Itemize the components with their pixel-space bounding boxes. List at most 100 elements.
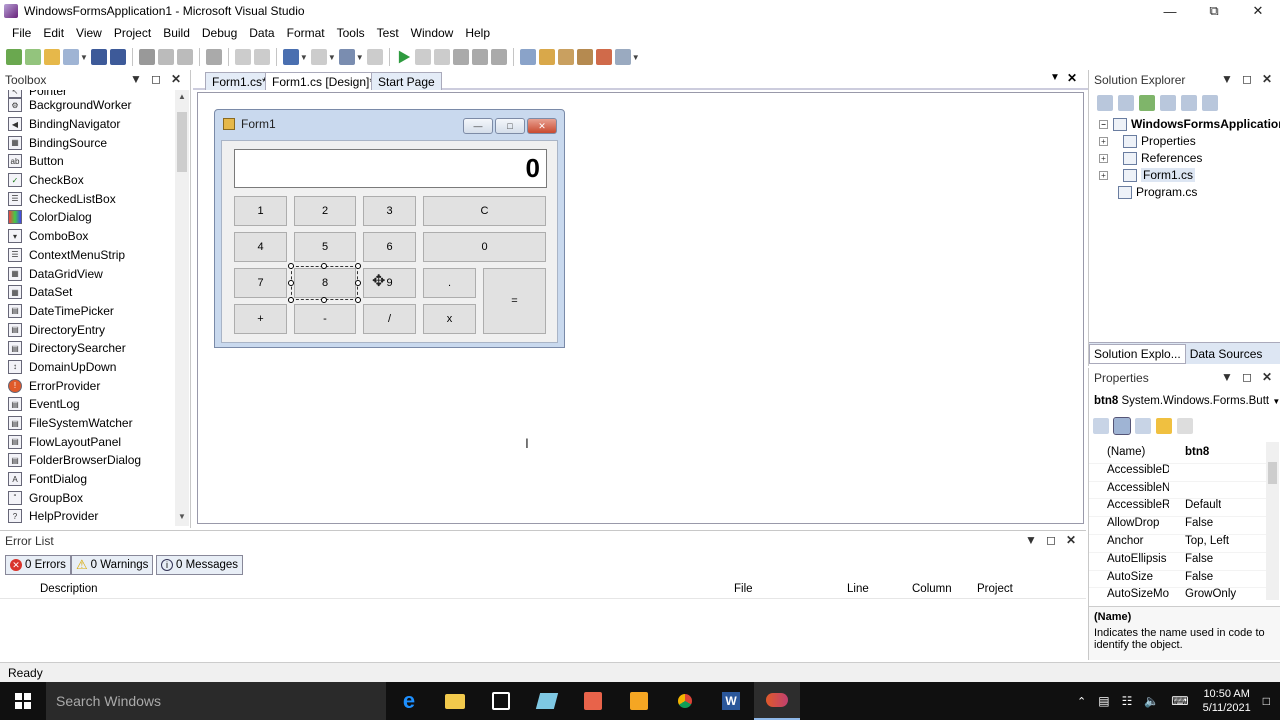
chevron-down-icon[interactable]: ▼: [1025, 533, 1037, 547]
calc-button-1[interactable]: 1: [234, 196, 287, 226]
tab-start-page[interactable]: Start Page: [371, 72, 442, 90]
calc-button-6[interactable]: 6: [363, 232, 416, 262]
resize-handle[interactable]: [321, 263, 327, 269]
property-pages-icon[interactable]: [1177, 418, 1193, 434]
tab-form1-cs[interactable]: Form1.cs*: [205, 72, 274, 90]
property-row[interactable]: AutoEllipsis False: [1089, 553, 1267, 571]
taskbar-chrome-button[interactable]: [662, 682, 708, 720]
close-icon[interactable]: ✕: [1066, 533, 1076, 547]
property-row[interactable]: (Name) btn8: [1089, 446, 1267, 464]
property-row[interactable]: AutoSizeModeGrowOnly: [1089, 588, 1267, 602]
scroll-thumb[interactable]: [177, 112, 187, 172]
other-windows-icon[interactable]: [614, 49, 631, 65]
restore-button[interactable]: ⧉: [1192, 0, 1236, 22]
toolbox-item-helpprovider[interactable]: ? HelpProvider: [0, 507, 175, 526]
property-row[interactable]: AccessibleDesc: [1089, 464, 1267, 482]
wifi-icon[interactable]: ☷: [1122, 694, 1133, 708]
collapse-icon[interactable]: −: [1099, 119, 1108, 129]
open-folder-icon[interactable]: [44, 49, 60, 65]
column-column[interactable]: Column: [912, 583, 952, 595]
expand-icon[interactable]: +: [1099, 153, 1108, 163]
tab-form1-design[interactable]: Form1.cs [Design]*: [265, 72, 382, 90]
properties-view-icon[interactable]: [1135, 418, 1151, 434]
scroll-thumb[interactable]: [1268, 462, 1277, 484]
column-file[interactable]: File: [734, 583, 753, 595]
pin-icon[interactable]: ◻: [1046, 533, 1056, 547]
menu-tools[interactable]: Tools: [331, 22, 371, 44]
start-debugging-icon[interactable]: [398, 50, 411, 64]
calc-button-3[interactable]: 3: [363, 196, 416, 226]
taskbar-file-explorer-button[interactable]: [432, 682, 478, 720]
calc-button-decimal[interactable]: .: [423, 268, 476, 298]
toolbox-item-button[interactable]: ab Button: [0, 152, 175, 171]
tab-solution-explorer[interactable]: Solution Explo...: [1089, 343, 1186, 364]
uncomment-icon[interactable]: [253, 49, 270, 65]
chevron-up-icon[interactable]: ⌃: [1077, 695, 1086, 708]
notifications-icon[interactable]: □: [1263, 694, 1270, 708]
view-code-icon[interactable]: [1160, 95, 1176, 111]
alphabetical-icon[interactable]: [1113, 417, 1131, 435]
chevron-down-icon[interactable]: ▼: [1050, 72, 1060, 83]
categorized-icon[interactable]: [1093, 418, 1109, 434]
toolbox-item-fontdialog[interactable]: A FontDialog: [0, 470, 175, 489]
toolbox-item-datetimepicker[interactable]: ▤ DateTimePicker: [0, 302, 175, 321]
show-all-files-icon[interactable]: [1118, 95, 1134, 111]
refresh-icon[interactable]: [1139, 95, 1155, 111]
toolbox-item-datagridview[interactable]: ▦ DataGridView: [0, 264, 175, 283]
taskbar-word-button[interactable]: W: [708, 682, 754, 720]
toolbox-item-checkbox[interactable]: ✓ CheckBox: [0, 171, 175, 190]
calc-button-divide[interactable]: /: [363, 304, 416, 334]
toolbox-item-colordialog[interactable]: ColorDialog: [0, 208, 175, 227]
menu-build[interactable]: Build: [157, 22, 196, 44]
calc-button-multiply[interactable]: x: [423, 304, 476, 334]
save-all-icon[interactable]: [109, 49, 126, 65]
step-out-icon[interactable]: [490, 49, 507, 65]
menu-window[interactable]: Window: [405, 22, 460, 44]
taskbar-clock[interactable]: 10:50 AM 5/11/2021: [1203, 687, 1251, 715]
toolbox-item-filesystemwatcher[interactable]: ▤ FileSystemWatcher: [0, 414, 175, 433]
toolbox-item-directoryentry[interactable]: ▤ DirectoryEntry: [0, 320, 175, 339]
stop-icon[interactable]: [433, 49, 450, 65]
calc-button-minus[interactable]: -: [294, 304, 356, 334]
resize-handle[interactable]: [288, 297, 294, 303]
properties-window-icon[interactable]: [538, 49, 555, 65]
network-icon[interactable]: ▤: [1098, 694, 1109, 708]
taskbar-app-button[interactable]: [524, 682, 570, 720]
toolbox-item-backgroundworker[interactable]: ⚙ BackgroundWorker: [0, 96, 175, 115]
events-lightning-icon[interactable]: [1156, 418, 1172, 434]
chevron-down-icon[interactable]: ▼: [1221, 370, 1233, 384]
menu-test[interactable]: Test: [371, 22, 405, 44]
chevron-down-icon[interactable]: ▼: [328, 53, 336, 62]
calculator-display[interactable]: 0: [234, 149, 547, 188]
resize-handle[interactable]: [321, 297, 327, 303]
property-row[interactable]: AutoSize False: [1089, 571, 1267, 589]
calc-button-7[interactable]: 7: [234, 268, 287, 298]
warnings-filter-button[interactable]: ⚠ 0 Warnings: [71, 555, 154, 575]
redo-icon[interactable]: [310, 49, 327, 65]
chevron-down-icon[interactable]: ▼: [632, 53, 640, 62]
object-browser-icon[interactable]: [557, 49, 574, 65]
properties-icon[interactable]: [1097, 95, 1113, 111]
calc-button-clear[interactable]: C: [423, 196, 546, 226]
pause-icon[interactable]: [414, 49, 431, 65]
toolbox-item-combobox[interactable]: ▾ ComboBox: [0, 227, 175, 246]
toolbox-item-groupbox[interactable]: “GroupBox: [0, 488, 175, 507]
keyboard-icon[interactable]: ⌨: [1171, 694, 1188, 708]
toolbox-item-flowlayoutpanel[interactable]: ▤ FlowLayoutPanel: [0, 432, 175, 451]
property-row[interactable]: AccessibleRoleDefault: [1089, 499, 1267, 518]
navigate-back-icon[interactable]: [338, 49, 355, 65]
menu-help[interactable]: Help: [459, 22, 496, 44]
volume-icon[interactable]: 🔈: [1144, 694, 1159, 708]
step-over-icon[interactable]: [471, 49, 488, 65]
tab-data-sources[interactable]: Data Sources: [1186, 347, 1267, 361]
form-designer-surface[interactable]: Form1 — □ ✕ 0 1 2 3 C 4 5 6 0 7 8 9 . = …: [197, 92, 1084, 524]
form1-client-area[interactable]: 0 1 2 3 C 4 5 6 0 7 8 9 . = + - / x ✥: [221, 140, 558, 343]
taskbar-app-button[interactable]: [570, 682, 616, 720]
toolbox-item-checkedlistbox[interactable]: ☰ CheckedListBox: [0, 189, 175, 208]
calc-button-9[interactable]: 9: [363, 268, 416, 298]
new-project-icon[interactable]: [6, 49, 22, 65]
toolbox-item-bindingnavigator[interactable]: ◀ BindingNavigator: [0, 115, 175, 134]
scroll-down-icon[interactable]: ▼: [175, 512, 189, 524]
messages-filter-button[interactable]: i 0 Messages: [156, 555, 244, 575]
toolbox-scrollbar[interactable]: ▲ ▼: [175, 90, 189, 526]
